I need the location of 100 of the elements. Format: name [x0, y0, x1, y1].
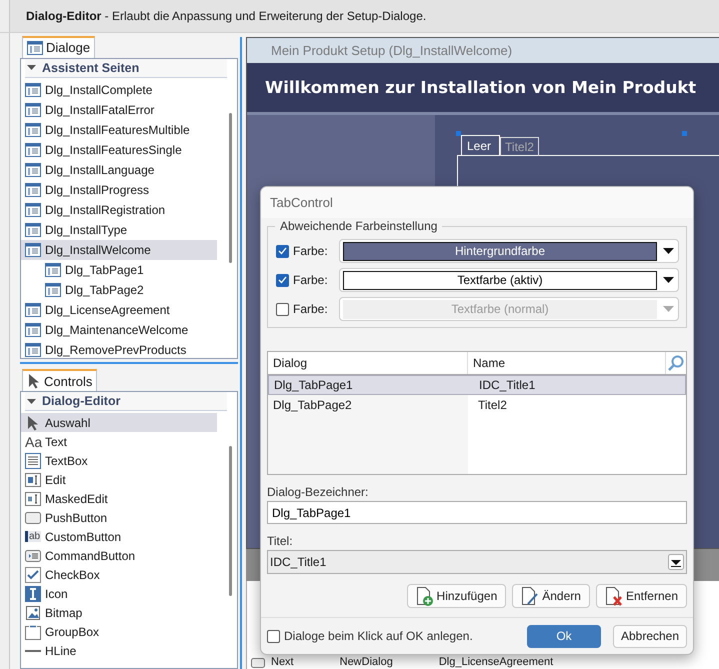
ok-button[interactable]: Ok — [527, 624, 601, 648]
list-item[interactable]: Dlg_InstallProgress — [21, 180, 217, 200]
dialog-icon — [25, 122, 41, 137]
color-swatch: Hintergrundfarbe — [343, 242, 657, 260]
selection-handle[interactable] — [682, 131, 687, 136]
checkbox-icon — [25, 566, 41, 582]
scrollbar[interactable] — [229, 112, 232, 263]
dialog-icon — [25, 142, 41, 157]
edit-document-icon — [521, 586, 538, 606]
list-item[interactable]: Edit — [21, 470, 217, 489]
list-item[interactable]: GroupBox — [21, 622, 217, 641]
action-button[interactable]: Ändern — [512, 584, 590, 608]
table-row[interactable]: Dlg_TabPage1 IDC_Title1 — [268, 375, 686, 395]
text-field[interactable]: Dlg_TabPage1 — [267, 501, 687, 524]
checkbox[interactable] — [267, 630, 280, 642]
banner-title: Willkommen zur Installation von Mein Produkt — [265, 78, 696, 97]
panel-tab[interactable]: Dialoge — [22, 36, 96, 58]
list-item[interactable]: Dlg_RemovePrevProducts — [21, 340, 217, 358]
color-swatch: Textfarbe (aktiv) — [343, 270, 657, 290]
list-item[interactable]: Aa Text — [21, 432, 217, 451]
push-button-icon — [25, 512, 41, 524]
list-item[interactable]: Dlg_InstallComplete — [21, 80, 217, 100]
dialog-icon — [25, 102, 41, 117]
list-item[interactable]: HLine — [21, 641, 217, 660]
action-button[interactable]: Hinzufügen — [406, 584, 506, 608]
text-icon: Aa — [25, 434, 41, 450]
list-item[interactable]: Dlg_TabPage2 — [21, 280, 217, 300]
list-item[interactable]: Dlg_LicenseAgreement — [21, 300, 217, 320]
tab[interactable]: Leer — [461, 135, 500, 156]
dialog-icon — [25, 182, 41, 197]
table-cell-text: Dlg_TabPage1 — [273, 378, 354, 392]
dropdown-arrow-icon — [663, 306, 674, 312]
field-label: Titel: — [267, 534, 294, 548]
title-dropdown[interactable]: IDC_Title1 — [267, 550, 687, 574]
masked-edit-icon — [25, 492, 41, 506]
cancel-button[interactable]: Abbrechen — [613, 624, 687, 648]
table-cell-text: IDC_Title1 — [478, 378, 536, 392]
list-item[interactable]: CommandButton — [21, 546, 217, 565]
list-item[interactable]: Auswahl — [21, 413, 217, 432]
dialog-icon — [25, 82, 41, 97]
list-item[interactable]: Dlg_InstallRegistration — [21, 200, 217, 220]
column-header[interactable]: Name — [468, 352, 666, 374]
column-header[interactable]: Dialog — [268, 352, 468, 374]
checkbox[interactable] — [276, 302, 289, 316]
table-row[interactable]: Dlg_TabPage2 Titel2 — [268, 395, 686, 415]
dialog-icon — [27, 40, 43, 55]
horizontal-line-icon — [25, 650, 41, 652]
header-text: Dialog-Editor - Erlaubt die Anpassung und Erweiterung der Setup-Dialoge. — [26, 9, 426, 23]
dropdown-arrow-icon — [663, 248, 674, 254]
action-button[interactable]: Entfernen — [596, 584, 687, 608]
list-item[interactable]: CheckBox — [21, 565, 217, 584]
dialog-icon — [25, 202, 41, 217]
dialog-title: TabControl — [270, 195, 333, 210]
color-dropdown[interactable]: Hintergrundfarbe — [339, 239, 679, 263]
command-button-icon — [25, 550, 41, 562]
image-icon — [25, 604, 41, 620]
selection-handle[interactable] — [456, 131, 461, 136]
checkbox-label: Dialoge beim Klick auf OK anlegen. — [284, 629, 473, 643]
list-item[interactable]: PushButton — [21, 508, 217, 527]
scrollbar[interactable] — [229, 446, 232, 596]
dialog-icon — [25, 342, 41, 357]
list-item[interactable]: TextBox — [21, 451, 217, 470]
table-cell: Next — [271, 656, 294, 669]
list-item[interactable]: Dlg_MaintenanceWelcome — [21, 320, 217, 340]
list-item[interactable]: Dlg_InstallFeaturesSingle — [21, 140, 217, 160]
edit-field-icon — [25, 472, 41, 486]
list-item[interactable]: Dlg_InstallLanguage — [21, 160, 217, 180]
field-label: Farbe: — [293, 244, 329, 258]
color-dropdown[interactable]: Textfarbe (aktiv) — [339, 268, 679, 292]
panel-tab[interactable]: Controls — [22, 369, 98, 391]
list-item[interactable]: Dlg_InstallType — [21, 220, 217, 240]
list-item[interactable]: ab CustomButton — [21, 527, 217, 546]
list-item[interactable]: Icon — [21, 584, 217, 603]
checkbox[interactable] — [276, 274, 289, 286]
group-header[interactable]: Dialog-Editor — [25, 392, 227, 411]
field-label: Farbe: — [293, 302, 329, 316]
dialog-icon — [25, 242, 41, 257]
pointer-icon — [27, 373, 41, 390]
add-document-icon — [416, 586, 433, 606]
checkbox[interactable] — [276, 244, 289, 258]
pushbutton-icon — [251, 658, 265, 668]
custom-button-icon: ab — [25, 531, 41, 542]
list-item[interactable]: MaskedEdit — [21, 489, 217, 508]
field-label: Dialog-Bezeichner: — [267, 485, 370, 499]
dropdown-arrow-icon — [663, 277, 674, 283]
list-item[interactable]: Dlg_InstallFeaturesMultible — [21, 120, 217, 140]
table-cell-text: Titel2 — [477, 398, 508, 412]
list-item[interactable]: Dlg_InstallFatalError — [21, 100, 217, 120]
textbox-icon — [25, 452, 41, 468]
field-label: Farbe: — [293, 273, 329, 287]
search-icon — [668, 355, 684, 371]
table-cell: Dlg_LicenseAgreement — [438, 656, 554, 669]
delete-document-icon — [604, 586, 622, 606]
dialog-icon — [45, 262, 61, 277]
list-item[interactable]: Bitmap — [21, 603, 217, 622]
list-item[interactable]: Dlg_TabPage1 — [21, 260, 217, 280]
list-item[interactable]: Dlg_InstallWelcome — [21, 240, 217, 260]
dialog-icon — [45, 282, 61, 297]
group-header[interactable]: Assistent Seiten — [25, 58, 227, 78]
window-title: Mein Produkt Setup (Dlg_InstallWelcome) — [271, 43, 512, 58]
